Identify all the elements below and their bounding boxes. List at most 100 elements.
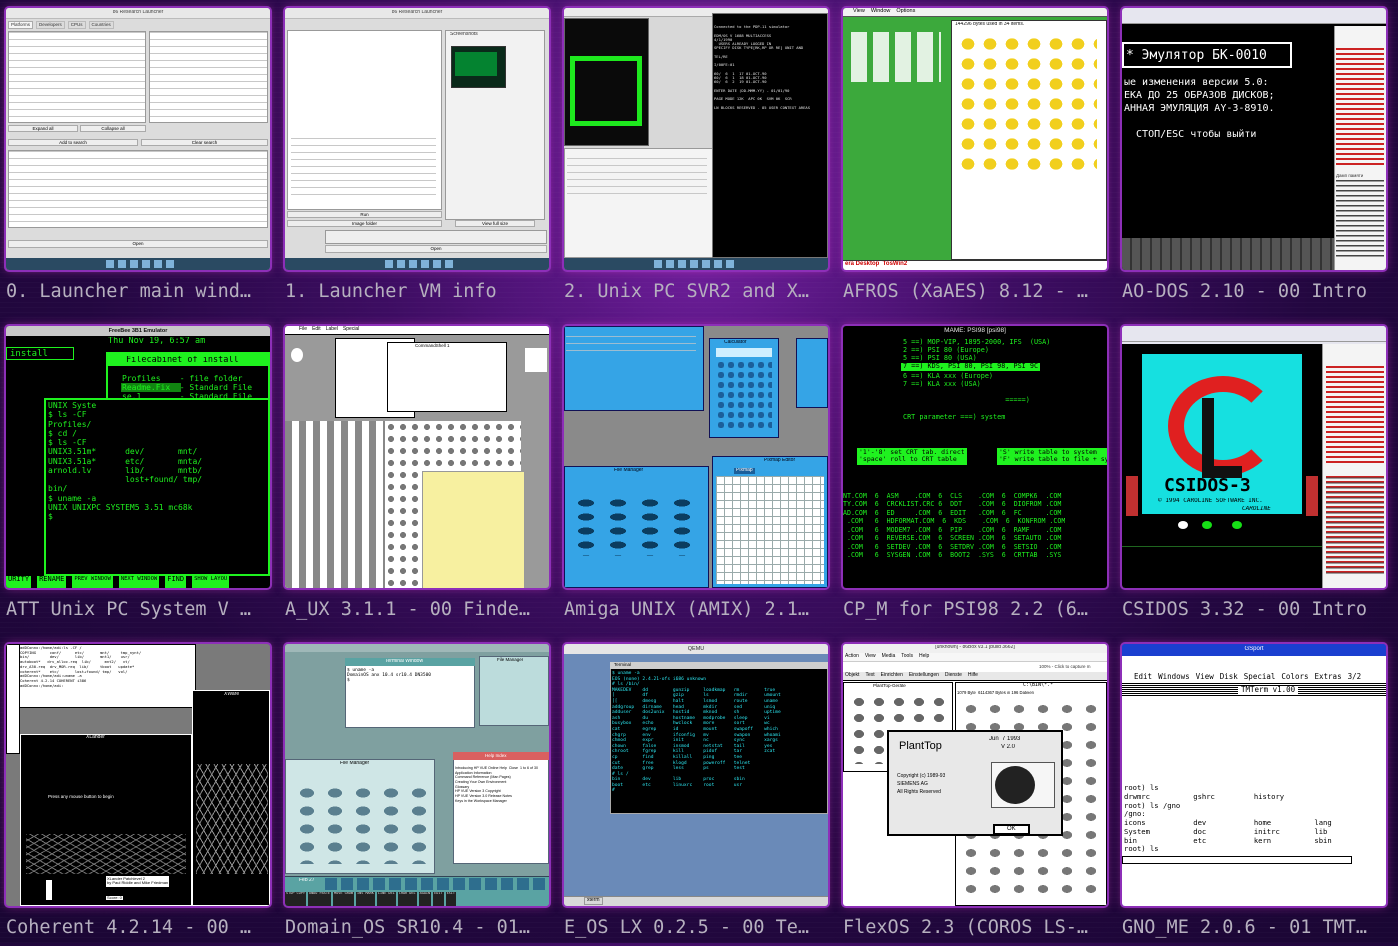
fkey-prev-window[interactable]: PREV WINDOW: [72, 576, 113, 588]
menu-help[interactable]: Help: [919, 653, 929, 661]
taskbar-xterm[interactable]: xterm: [584, 897, 603, 905]
pixmap-grid[interactable]: [716, 476, 824, 584]
gallery-card-eos-lx[interactable]: QEMU Terminal $ uname -a EOS (none) 2.4.…: [558, 636, 837, 946]
key-ins-mark[interactable]: INS MARK: [356, 892, 375, 906]
taskbar-icons[interactable]: [106, 260, 176, 268]
card-caption[interactable]: 2. Unix PC SVR2 and X…: [564, 275, 834, 309]
gallery-card-domain-os[interactable]: Terminal Window $ uname -a DomainOS anx …: [279, 636, 558, 946]
selected-row[interactable]: [121, 383, 181, 392]
screenshot-thumbnail[interactable]: File Edit Label Special CommandShell 1: [285, 326, 549, 588]
ok-button[interactable]: OK: [993, 824, 1030, 835]
screenshot-thumbnail[interactable]: 86 Research Launcher Screenshots Run Ima…: [285, 8, 549, 270]
fkey-rename[interactable]: RENAME: [37, 576, 67, 588]
menu-tools[interactable]: Tools: [901, 653, 913, 661]
key-exit[interactable]: EXIT: [445, 892, 457, 906]
key-char-del[interactable]: CHAR DEL: [397, 892, 417, 906]
screenshot-thumbnail[interactable]: Connected to the PDP-11 simulator EDM/OS…: [564, 8, 828, 270]
card-caption[interactable]: E_OS LX 0.2.5 - 00 Te…: [564, 911, 834, 945]
card-caption[interactable]: 1. Launcher VM info: [285, 275, 555, 309]
menu-view[interactable]: View: [1196, 672, 1214, 683]
tab-developers[interactable]: Developers: [36, 21, 65, 29]
fkey-security[interactable]: URITY: [6, 576, 32, 588]
screenshot-thumbnail[interactable]: CSIDOS-3 © 1994 CAROLINE SOFTWARE INC. C…: [1122, 326, 1386, 588]
crt-selected-option[interactable]: 7 ==) KDS, PSI 80, PSI 98, PSI 9C: [901, 363, 1041, 371]
gallery-card-ao-dos[interactable]: * Эмулятор БК-0010 ые изменения версии 5…: [1116, 0, 1395, 310]
menu-options[interactable]: Options: [896, 8, 915, 16]
screenshot-thumbnail[interactable]: 86 Research Launcher Platforms Developer…: [6, 8, 270, 270]
screenshot-thumbnail[interactable]: GSport Edit Windows View Disk Special Co…: [1122, 644, 1386, 906]
menu-text[interactable]: Text: [865, 672, 874, 680]
card-caption[interactable]: AO-DOS 2.10 - 00 Intro: [1122, 275, 1392, 309]
gallery-card-a-ux[interactable]: File Edit Label Special CommandShell 1 A…: [279, 318, 558, 628]
collapse-all-button[interactable]: Collapse all: [80, 125, 146, 132]
menu-einrichten[interactable]: Einrichten: [881, 672, 903, 680]
folder-icons[interactable]: [957, 34, 1097, 174]
sticky-note[interactable]: [422, 471, 525, 588]
gallery-card-coherent[interactable]: adDConnx:/home/adi:ls -CF / COPYING conf…: [0, 636, 279, 946]
card-caption[interactable]: Coherent 4.2.14 - 00 …: [6, 911, 276, 945]
fkey-next-window[interactable]: NEXT WINDOW: [118, 576, 160, 588]
gallery-card-afros[interactable]: View Window Options 144296 bytes used in…: [837, 0, 1116, 310]
menu-media[interactable]: Media: [882, 653, 896, 661]
menu-file[interactable]: File: [299, 326, 307, 334]
open-button[interactable]: Open: [8, 240, 268, 248]
screenshot-thumbnail[interactable]: Terminal Window $ uname -a DomainOS anx …: [285, 644, 549, 906]
open-button[interactable]: Open: [325, 245, 547, 253]
card-caption[interactable]: 0. Launcher main wind…: [6, 275, 276, 309]
card-caption[interactable]: FlexOS 2.3 (COROS LS-…: [843, 911, 1113, 945]
file-icons[interactable]: [293, 784, 429, 864]
run-button[interactable]: Run: [287, 211, 442, 218]
screenshot-thumbnail[interactable]: * Эмулятор БК-0010 ые изменения версии 5…: [1122, 8, 1386, 270]
screenshot-thumbnail[interactable]: Calculator File Manager Pixmap Editor Pi…: [564, 326, 828, 588]
key-edit[interactable]: EDIT: [433, 892, 444, 906]
gallery-card-att-unix-pc[interactable]: FreeBee 3B1 Emulator Thu Nov 19, 6:57 am…: [0, 318, 279, 628]
tab-cpus[interactable]: CPUs: [67, 21, 86, 29]
clear-search-button[interactable]: Clear search: [141, 139, 268, 146]
keyboard[interactable]: [1122, 238, 1334, 270]
gallery-card-flexos[interactable]: [unknown] - 86Box v3.1 [build 3662] Acti…: [837, 636, 1116, 946]
card-caption[interactable]: CSIDOS 3.32 - 00 Intro: [1122, 593, 1392, 627]
add-to-search-button[interactable]: Add to search: [8, 139, 138, 146]
menu-disk[interactable]: Disk: [1220, 672, 1238, 683]
calculator-keys[interactable]: [716, 360, 772, 430]
selection-list[interactable]: [149, 31, 268, 123]
gallery-card-unix-pc-svr2[interactable]: Connected to the PDP-11 simulator EDM/OS…: [558, 0, 837, 310]
menu-hilfe[interactable]: Hilfe: [968, 672, 978, 680]
menu-special[interactable]: Special: [343, 326, 359, 334]
file-manager-small[interactable]: [479, 656, 549, 726]
key-again[interactable]: AGAIN: [418, 892, 432, 906]
card-caption[interactable]: CP_M for PSI98 2.2 (6…: [843, 593, 1113, 627]
drive-icons[interactable]: [851, 32, 941, 82]
card-caption[interactable]: Domain_OS SR10.4 - 01…: [285, 911, 555, 945]
gallery-card-gno-me[interactable]: GSport Edit Windows View Disk Special Co…: [1116, 636, 1395, 946]
key-move-grow[interactable]: MOVE GROW: [333, 892, 355, 906]
gallery-card-launcher-vm-info[interactable]: 86 Research Launcher Screenshots Run Ima…: [279, 0, 558, 310]
menu-special[interactable]: Special: [1244, 672, 1276, 683]
taskbar-label[interactable]: era Desktop TosWin2: [845, 261, 907, 268]
screenshot-thumbnail[interactable]: FreeBee 3B1 Emulator Thu Nov 19, 6:57 am…: [6, 326, 270, 588]
screenshot-thumbnail[interactable]: QEMU Terminal $ uname -a EOS (none) 2.4.…: [564, 644, 828, 906]
card-caption[interactable]: ATT Unix PC System V …: [6, 593, 276, 627]
results-table[interactable]: [8, 150, 268, 228]
gallery-card-csidos[interactable]: CSIDOS-3 © 1994 CAROLINE SOFTWARE INC. C…: [1116, 318, 1395, 628]
menu-objekt[interactable]: Objekt: [845, 672, 859, 680]
taskbar-icons[interactable]: [385, 260, 455, 268]
pixmap-button[interactable]: Pixmap: [734, 468, 755, 474]
menu-edit[interactable]: Edit: [312, 326, 321, 334]
view-full-size-button[interactable]: View full size: [455, 220, 535, 227]
gallery-card-cpm-psi98[interactable]: MAME: PSI98 [psi98] 5 ==) MOP-VIP, 1895-…: [837, 318, 1116, 628]
icon-grid-window[interactable]: [285, 421, 385, 588]
card-caption[interactable]: GNO_ME 2.0.6 - 01 TMT…: [1122, 911, 1392, 945]
tab-platforms[interactable]: Platforms: [8, 21, 34, 29]
taskbar-icons[interactable]: [654, 260, 734, 268]
screenshot-thumbnail[interactable]: MAME: PSI98 [psi98] 5 ==) MOP-VIP, 1895-…: [843, 326, 1107, 588]
card-caption[interactable]: A_UX 3.1.1 - 00 Finde…: [285, 593, 555, 627]
menu-einstellungen[interactable]: Einstellungen: [909, 672, 939, 680]
gallery-card-launcher-main[interactable]: 86 Research Launcher Platforms Developer…: [0, 0, 279, 310]
card-caption[interactable]: Amiga UNIX (AMIX) 2.1…: [564, 593, 834, 627]
menu-dienste[interactable]: Dienste: [945, 672, 962, 680]
card-caption[interactable]: AFROS (XaAES) 8.12 - …: [843, 275, 1113, 309]
gallery-card-amiga-unix[interactable]: Calculator File Manager Pixmap Editor Pi…: [558, 318, 837, 628]
menu-action[interactable]: Action: [845, 653, 859, 661]
menu-colors[interactable]: Colors: [1281, 672, 1308, 683]
